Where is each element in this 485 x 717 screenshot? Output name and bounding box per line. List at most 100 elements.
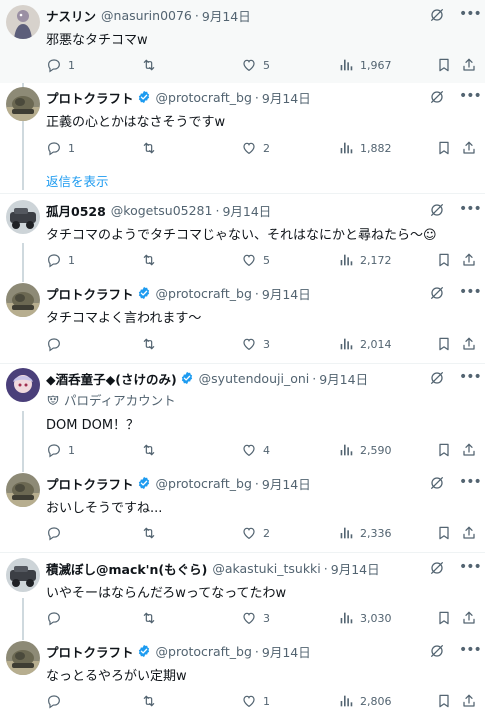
avatar[interactable] [6,473,40,507]
more-icon[interactable]: ••• [459,6,482,22]
tweet-date[interactable]: 9月14日 [222,201,271,220]
user-handle[interactable]: @nasurin0076 [101,8,192,23]
avatar[interactable] [6,87,40,121]
like-button[interactable]: 1 [241,692,270,710]
views-button[interactable]: 3,030 [338,609,392,627]
retweet-button[interactable] [141,335,163,353]
views-button[interactable]: 2,014 [338,335,392,353]
share-button[interactable] [461,335,477,353]
avatar[interactable] [6,368,40,402]
reply-button[interactable] [46,609,68,627]
retweet-button[interactable] [141,692,163,710]
reply-button[interactable] [46,524,68,542]
bookmark-button[interactable] [436,609,452,627]
share-button[interactable] [461,692,477,710]
bookmark-button[interactable] [436,251,452,269]
avatar[interactable] [6,200,40,234]
like-button[interactable]: 2 [241,139,270,157]
reply-button[interactable]: 1 [46,441,75,459]
avatar[interactable] [6,641,40,675]
display-name[interactable]: プロトクラフト [46,642,134,661]
user-handle[interactable]: @syutendouji_oni [199,371,310,386]
avatar[interactable] [6,558,40,592]
tweet[interactable]: プロトクラフト @protocraft_bg · 9月14日 ••• 正義の心とかはなさそ… [0,87,485,164]
share-button[interactable] [461,609,477,627]
reply-button[interactable]: 1 [46,251,75,269]
grok-icon[interactable] [429,89,445,105]
user-handle[interactable]: @protocraft_bg [156,286,252,301]
avatar[interactable] [6,283,40,317]
display-name[interactable]: 孤月0528 [46,201,106,220]
reply-button[interactable] [46,692,68,710]
like-button[interactable]: 2 [241,524,270,542]
tweet-date[interactable]: 9月14日 [319,369,368,388]
more-icon[interactable]: ••• [459,559,482,575]
grok-icon[interactable] [429,560,445,576]
more-icon[interactable]: ••• [459,642,482,658]
reply-button[interactable]: 1 [46,56,75,74]
tweet-date[interactable]: 9月14日 [262,642,311,661]
share-button[interactable] [461,524,477,542]
views-button[interactable]: 1,967 [338,56,392,74]
display-name[interactable]: 積滅ぼし@mack'n(もぐら) [46,559,207,578]
tweet[interactable]: 積滅ぼし@mack'n(もぐら) @akastuki_tsukki · 9月14日 ••… [0,558,485,634]
grok-icon[interactable] [429,370,445,386]
display-name[interactable]: ナスリン [46,6,96,25]
grok-icon[interactable] [429,475,445,491]
user-handle[interactable]: @kogetsu05281 [111,203,213,218]
user-handle[interactable]: @protocraft_bg [156,90,252,105]
bookmark-button[interactable] [436,692,452,710]
tweet-date[interactable]: 9月14日 [262,284,311,303]
tweet-date[interactable]: 9月14日 [202,6,251,25]
like-button[interactable]: 3 [241,335,270,353]
avatar[interactable] [6,5,40,39]
bookmark-button[interactable] [436,335,452,353]
grok-icon[interactable] [429,7,445,23]
tweet[interactable]: プロトクラフト @protocraft_bg · 9月14日 ••• なっとるやろがい定期… [0,641,485,717]
display-name[interactable]: プロトクラフト [46,284,134,303]
reply-button[interactable] [46,335,68,353]
display-name[interactable]: プロトクラフト [46,88,134,107]
share-button[interactable] [461,441,477,459]
tweet[interactable]: プロトクラフト @protocraft_bg · 9月14日 ••• おいしそうですね..… [0,473,485,549]
more-icon[interactable]: ••• [459,369,482,385]
show-replies-link[interactable]: 返信を表示 [46,171,109,190]
tweet[interactable]: ◆酒呑童子◆(さけのみ) @syutendouji_oni · 9月14日 ••• パロデ… [0,368,485,466]
retweet-button[interactable] [141,139,163,157]
share-button[interactable] [461,251,477,269]
display-name[interactable]: プロトクラフト [46,474,134,493]
bookmark-button[interactable] [436,56,452,74]
more-icon[interactable]: ••• [459,474,482,490]
share-button[interactable] [461,56,477,74]
like-button[interactable]: 4 [241,441,270,459]
user-handle[interactable]: @akastuki_tsukki [212,561,320,576]
more-icon[interactable]: ••• [459,284,482,300]
views-button[interactable]: 1,882 [338,139,392,157]
bookmark-button[interactable] [436,441,452,459]
retweet-button[interactable] [141,56,163,74]
like-button[interactable]: 3 [241,609,270,627]
views-button[interactable]: 2,590 [338,441,392,459]
like-button[interactable]: 5 [241,56,270,74]
retweet-button[interactable] [141,609,163,627]
tweet-date[interactable]: 9月14日 [331,559,380,578]
reply-button[interactable]: 1 [46,139,75,157]
views-button[interactable]: 2,336 [338,524,392,542]
tweet[interactable]: プロトクラフト @protocraft_bg · 9月14日 ••• タチコマよく言われま… [0,283,485,360]
grok-icon[interactable] [429,285,445,301]
more-icon[interactable]: ••• [459,201,482,217]
grok-icon[interactable] [429,202,445,218]
tweet-date[interactable]: 9月14日 [262,88,311,107]
more-icon[interactable]: ••• [459,88,482,104]
bookmark-button[interactable] [436,524,452,542]
user-handle[interactable]: @protocraft_bg [156,644,252,659]
display-name[interactable]: ◆酒呑童子◆(さけのみ) [46,369,177,388]
share-button[interactable] [461,139,477,157]
views-button[interactable]: 2,172 [338,251,392,269]
tweet[interactable]: ナスリン @nasurin0076 · 9月14日 ••• 邪悪なタチコマw 1 5 1,967 [0,5,485,81]
grok-icon[interactable] [429,643,445,659]
like-button[interactable]: 5 [241,251,270,269]
retweet-button[interactable] [141,524,163,542]
bookmark-button[interactable] [436,139,452,157]
tweet-date[interactable]: 9月14日 [262,474,311,493]
